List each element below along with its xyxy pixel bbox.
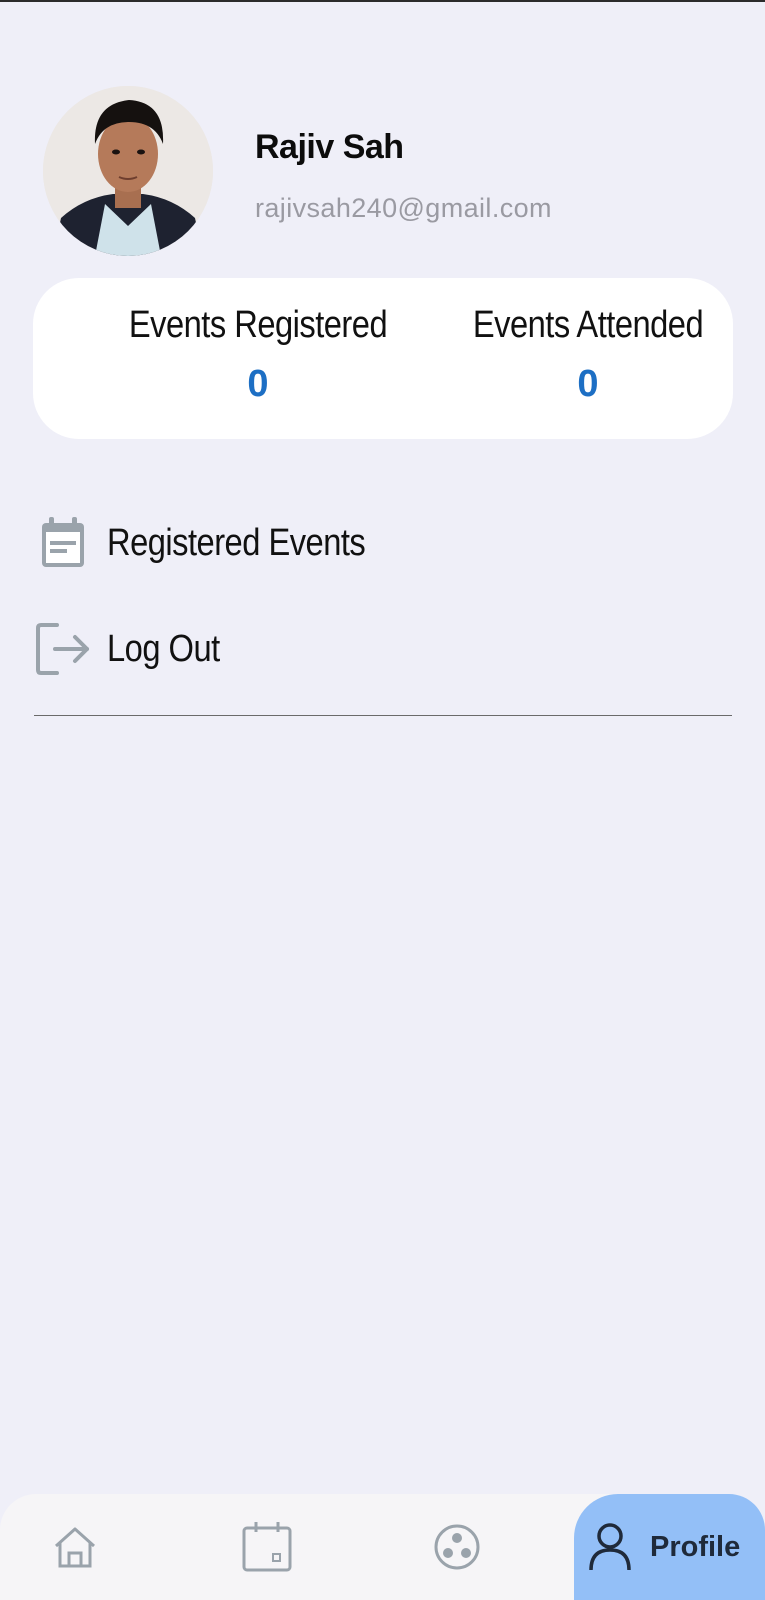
stats-card: Events Registered 0 Events Attended 0: [33, 278, 733, 439]
nav-profile-button[interactable]: Profile: [574, 1494, 765, 1600]
profile-name: Rajiv Sah: [255, 128, 404, 166]
menu-item-log-out[interactable]: Log Out: [35, 617, 238, 681]
stat-value: 0: [247, 363, 269, 405]
stat-label: Events Attended: [472, 304, 704, 346]
calendar-icon: [242, 1522, 292, 1572]
profile-email: rajivsah240@gmail.com: [255, 193, 552, 223]
stat-value: 0: [577, 363, 599, 405]
person-icon: [589, 1523, 631, 1571]
nav-profile-label: Profile: [650, 1530, 741, 1563]
stat-label: Events Registered: [128, 304, 388, 346]
stat-events-registered: Events Registered 0: [83, 302, 433, 406]
menu-item-label: Registered Events: [107, 521, 366, 564]
calendar-list-icon: [35, 513, 91, 573]
home-icon: [54, 1527, 96, 1568]
stat-events-attended: Events Attended 0: [403, 302, 765, 406]
menu-divider: [34, 715, 732, 716]
menu-item-label: Log Out: [107, 627, 220, 670]
nav-home-button[interactable]: [40, 1512, 110, 1582]
logout-icon: [35, 619, 91, 679]
nav-community-button[interactable]: [422, 1512, 492, 1582]
top-border: [0, 0, 765, 2]
menu-item-registered-events[interactable]: Registered Events: [35, 511, 407, 575]
nav-calendar-button[interactable]: [232, 1512, 302, 1582]
community-icon: [434, 1524, 480, 1570]
profile-avatar: [43, 86, 213, 256]
